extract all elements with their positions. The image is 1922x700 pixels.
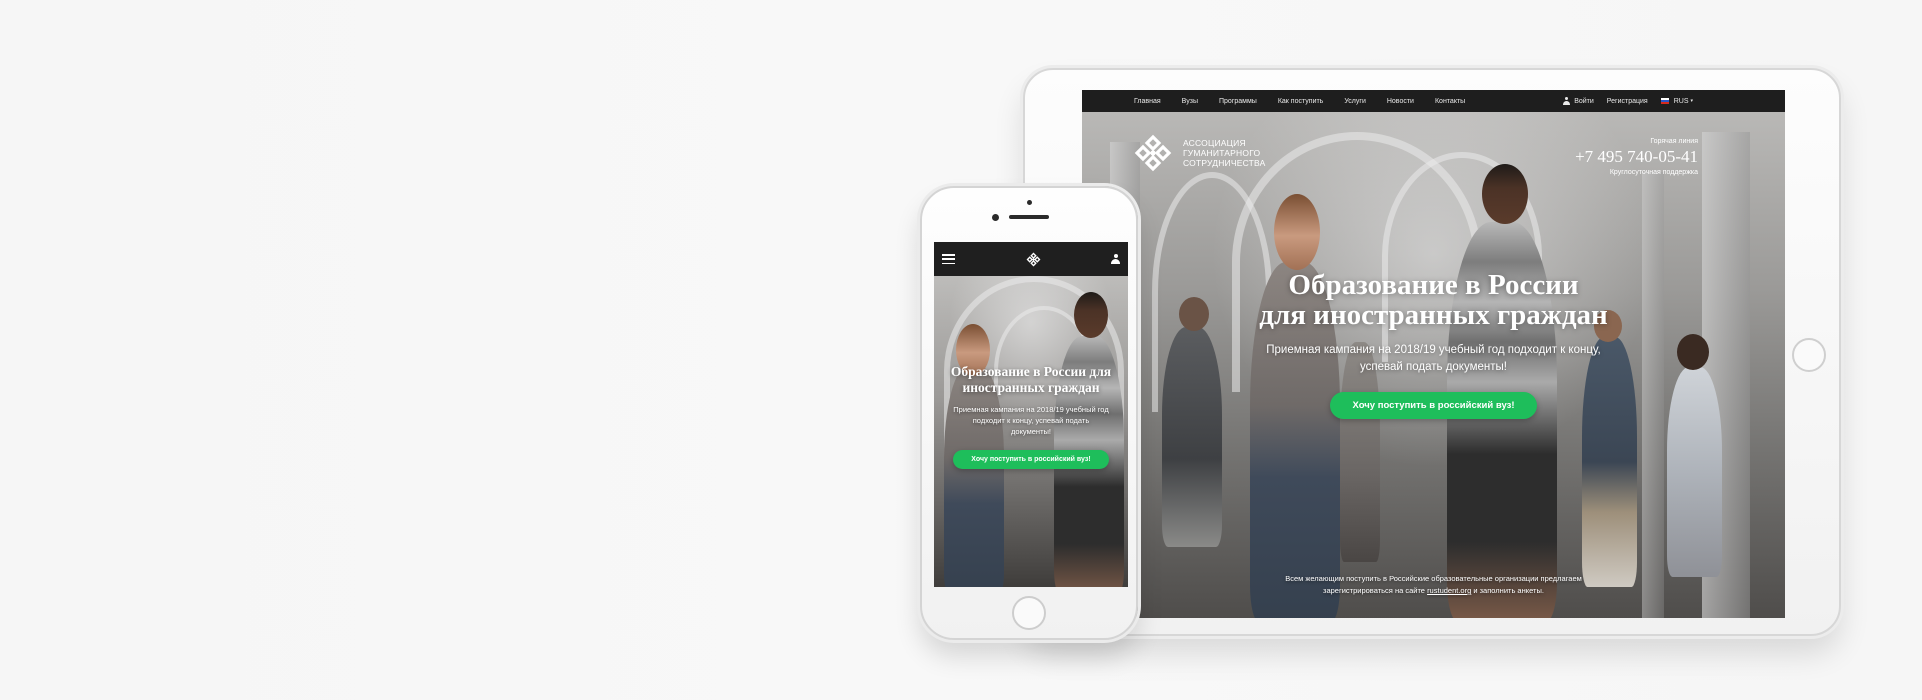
hamburger-menu-icon[interactable]	[942, 254, 955, 264]
logo-line: АССОЦИАЦИЯ	[1183, 138, 1246, 148]
student-girl-head	[1274, 194, 1320, 270]
tablet-hero-content: Образование в России для иностранных гра…	[1082, 270, 1785, 419]
footer-note-text: и заполнить анкеты.	[1471, 586, 1544, 595]
nav-item-universities[interactable]: Вузы	[1182, 98, 1198, 105]
phone-top-bar	[934, 242, 1128, 276]
russian-flag-icon	[1660, 98, 1669, 104]
phone-hero-title: Образование в России для иностранных гра…	[950, 364, 1112, 395]
tablet-top-nav: Главная Вузы Программы Как поступить Усл…	[1082, 90, 1785, 112]
site-logo[interactable]: АССОЦИАЦИЯ ГУМАНИТАРНОГО СОТРУДНИЧЕСТВА	[1133, 133, 1266, 173]
hero-title-line: Образование в России	[1288, 269, 1579, 301]
tablet-device: Главная Вузы Программы Как поступить Усл…	[1023, 68, 1841, 636]
language-label: RUS	[1673, 97, 1689, 105]
device-mockup-stage: Главная Вузы Программы Как поступить Усл…	[0, 0, 1922, 700]
phone-camera	[992, 214, 999, 221]
logo-line: ГУМАНИТАРНОГО	[1183, 148, 1261, 158]
logo-line: СОТРУДНИЧЕСТВА	[1183, 158, 1266, 168]
phone-sensor	[1027, 200, 1032, 205]
rustudent-link[interactable]: rustudent.org	[1427, 586, 1471, 595]
tablet-nav-menu: Главная Вузы Программы Как поступить Усл…	[1134, 98, 1465, 105]
user-icon	[1563, 97, 1571, 105]
footer-note-text: зарегистрироваться на сайте	[1323, 586, 1428, 595]
tablet-home-button	[1792, 338, 1826, 372]
hero-subtitle: Приемная кампания на 2018/19 учебный год…	[1082, 342, 1785, 376]
hero-footer-note: Всем желающим поступить в Российские обр…	[1082, 573, 1785, 597]
hero-title: Образование в России для иностранных гра…	[1082, 270, 1785, 330]
apply-cta-button[interactable]: Хочу поступить в российский вуз!	[1330, 392, 1537, 419]
association-logo-icon	[1134, 134, 1172, 172]
hero-title-line: для иностранных граждан	[1259, 299, 1608, 331]
nav-item-programs[interactable]: Программы	[1219, 98, 1257, 105]
footer-note-line: Всем желающим поступить в Российские обр…	[1285, 574, 1582, 583]
nav-item-how-to-apply[interactable]: Как поступить	[1278, 98, 1324, 105]
nav-item-contacts[interactable]: Контакты	[1435, 98, 1465, 105]
tablet-nav-right: Войти Регистрация RUS ▾	[1563, 97, 1693, 105]
register-link[interactable]: Регистрация	[1607, 98, 1648, 105]
phone-home-button	[1012, 596, 1046, 630]
phone-hero-subtitle: Приемная кампания на 2018/19 учебный год…	[953, 405, 1109, 436]
tablet-screen: Главная Вузы Программы Как поступить Усл…	[1082, 90, 1785, 618]
nav-item-news[interactable]: Новости	[1387, 98, 1414, 105]
student-boy-head	[1482, 164, 1528, 224]
footer-note-line: зарегистрироваться на сайте rustudent.or…	[1082, 585, 1785, 597]
phone-speaker	[1009, 215, 1049, 219]
logo-text: АССОЦИАЦИЯ ГУМАНИТАРНОГО СОТРУДНИЧЕСТВА	[1183, 138, 1266, 168]
student-boy-head	[1074, 292, 1108, 338]
phone-apply-cta-button[interactable]: Хочу поступить в российский вуз!	[953, 450, 1109, 469]
hotline-subtext: Круглосуточная поддержка	[1609, 169, 1698, 176]
hotline-label: Горячая линия	[1650, 138, 1698, 145]
association-logo-icon[interactable]	[1026, 252, 1041, 267]
phone-device: Образование в России для иностранных гра…	[920, 186, 1138, 640]
nav-item-home[interactable]: Главная	[1134, 98, 1161, 105]
user-icon[interactable]	[1111, 254, 1120, 264]
phone-hero-content: Образование в России для иностранных гра…	[940, 364, 1122, 469]
nav-item-services[interactable]: Услуги	[1344, 98, 1366, 105]
phone-screen: Образование в России для иностранных гра…	[934, 242, 1128, 587]
chevron-down-icon: ▾	[1690, 98, 1693, 104]
login-label: Войти	[1574, 97, 1594, 105]
hotline-phone[interactable]: +7 495 740-05-41	[1575, 147, 1698, 167]
hotline-block: Горячая линия +7 495 740-05-41 Круглосут…	[1575, 138, 1698, 176]
login-link[interactable]: Войти	[1563, 97, 1594, 105]
hero-subtitle-line: успевай подать документы!	[1360, 361, 1507, 373]
hero-subtitle-line: Приемная кампания на 2018/19 учебный год…	[1266, 344, 1601, 356]
language-selector[interactable]: RUS ▾	[1660, 97, 1693, 105]
